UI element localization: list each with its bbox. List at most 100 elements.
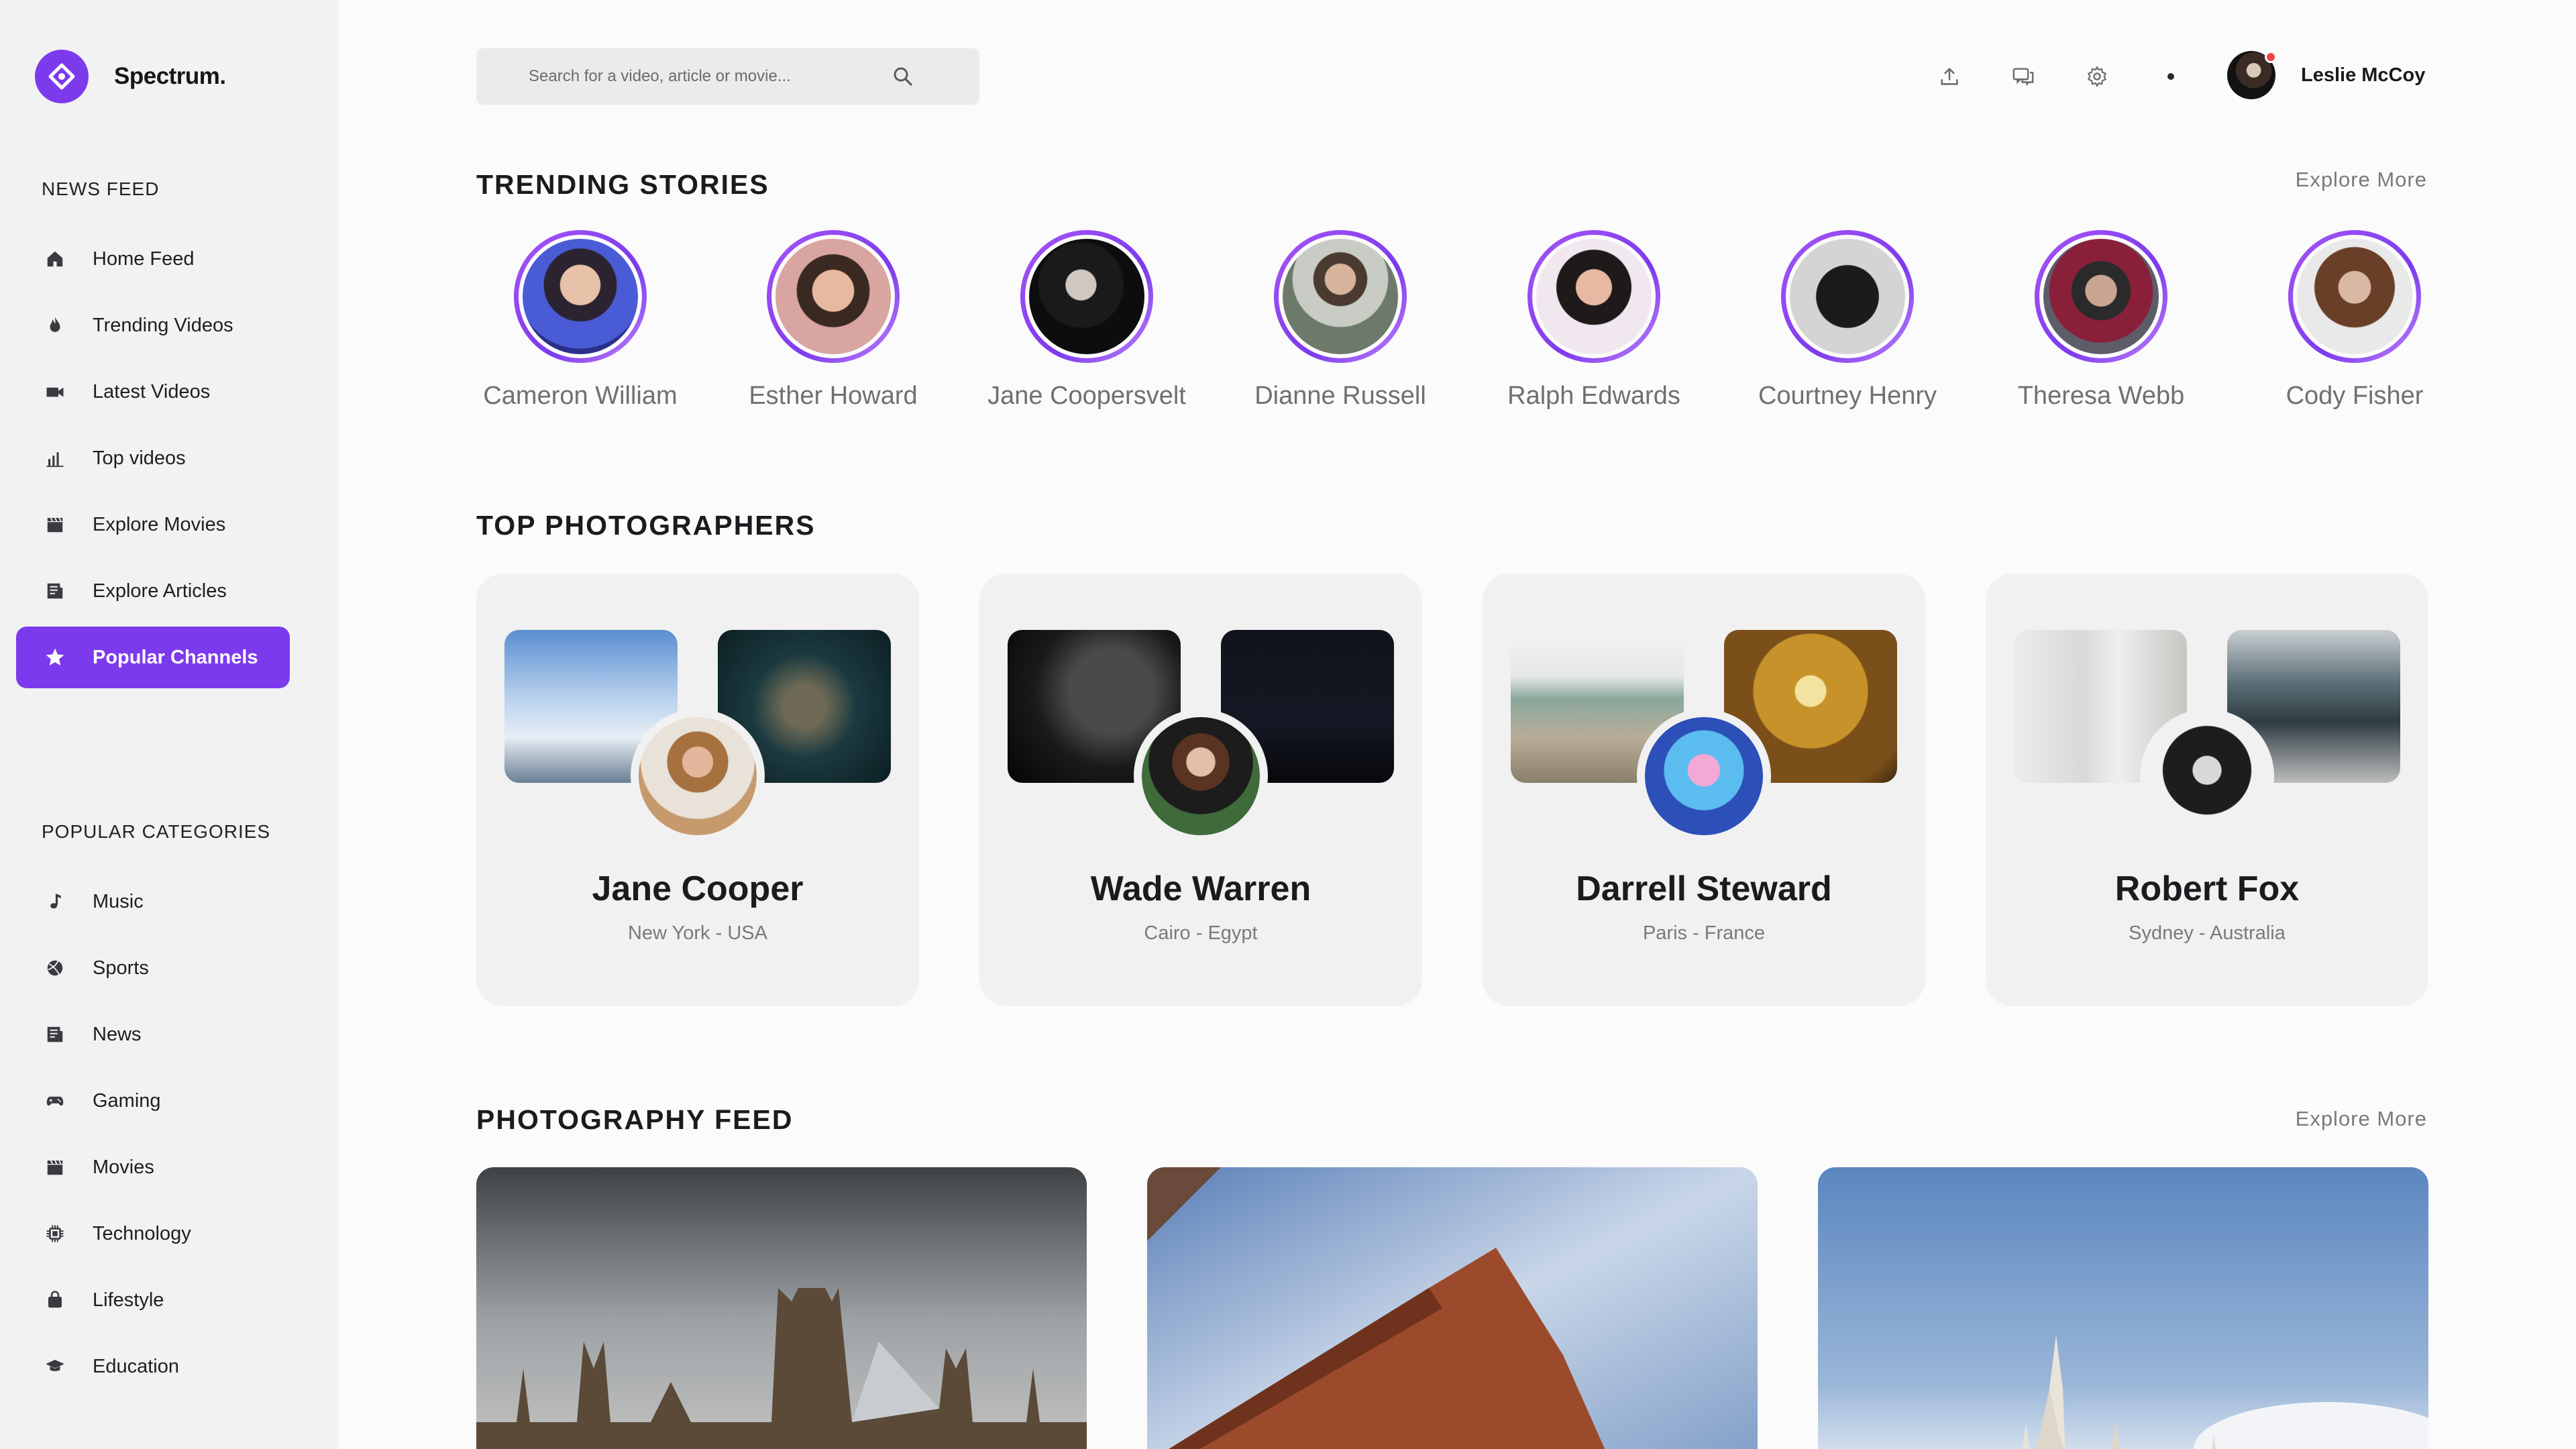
popular-categories-heading: POPULAR CATEGORIES (42, 821, 271, 842)
sidebar-item-label: Home Feed (93, 248, 195, 270)
photographer-card[interactable]: Jane Cooper New York - USA (476, 574, 919, 1006)
gamepad-icon (42, 1087, 68, 1114)
more-dot-icon[interactable] (2153, 59, 2188, 94)
music-note-icon (42, 888, 68, 915)
trending-explore-more-link[interactable]: Explore More (2296, 168, 2427, 192)
story-item[interactable]: Dianne Russell (1230, 230, 1451, 411)
sidebar-item-label: Technology (93, 1222, 191, 1244)
sidebar-item-label: Sports (93, 957, 149, 979)
top-photographers-title: TOP PHOTOGRAPHERS (476, 510, 816, 541)
photographer-card[interactable]: Robert Fox Sydney - Australia (1986, 574, 2428, 1006)
sidebar-item-gaming[interactable]: Gaming (16, 1070, 290, 1132)
diamond-logo-icon (35, 50, 89, 103)
story-name: Cody Fisher (2286, 382, 2424, 410)
photographer-card[interactable]: Darrell Steward Paris - France (1483, 574, 1925, 1006)
sidebar-item-top-videos[interactable]: Top videos (16, 427, 290, 489)
bar-chart-icon (42, 445, 68, 472)
news-feed-heading: NEWS FEED (42, 178, 160, 199)
sidebar-item-education[interactable]: Education (16, 1336, 290, 1397)
photographer-name: Wade Warren (1090, 869, 1311, 908)
sidebar-item-label: Popular Channels (93, 646, 258, 668)
story-name: Theresa Webb (2017, 382, 2185, 410)
story-item[interactable]: Courtney Henry (1737, 230, 1958, 411)
notification-dot (2265, 51, 2277, 63)
sidebar-item-label: Lifestyle (93, 1289, 164, 1311)
photographer-card[interactable]: Wade Warren Cairo - Egypt (979, 574, 1422, 1006)
story-name: Esther Howard (749, 382, 918, 410)
sidebar-item-label: Explore Movies (93, 513, 226, 535)
search-icon[interactable] (891, 64, 915, 92)
graduation-cap-icon (42, 1353, 68, 1380)
clapperboard-icon (42, 511, 68, 538)
sidebar-item-label: Latest Videos (93, 380, 211, 402)
sidebar-item-label: Top videos (93, 447, 186, 469)
story-name: Jane Coopersvelt (987, 382, 1186, 410)
sidebar-item-technology[interactable]: Technology (16, 1203, 290, 1265)
story-name: Courtney Henry (1758, 382, 1937, 410)
story-avatar (519, 235, 642, 358)
photographer-avatar (1637, 709, 1771, 843)
newspaper-icon (42, 1021, 68, 1048)
photographer-location: New York - USA (628, 922, 767, 944)
story-item[interactable]: Cameron William (470, 230, 691, 411)
sidebar-item-movies[interactable]: Movies (16, 1136, 290, 1198)
sidebar-item-label: Gaming (93, 1089, 161, 1112)
sidebar-item-label: News (93, 1023, 142, 1045)
star-icon (42, 644, 68, 671)
sidebar-item-news[interactable]: News (16, 1004, 290, 1065)
story-item[interactable]: Esther Howard (722, 230, 944, 411)
news-feed-menu: Home Feed Trending Videos Latest Videos … (16, 228, 290, 693)
brand[interactable]: Spectrum. (35, 50, 226, 103)
sidebar-item-label: Music (93, 890, 144, 912)
sidebar-item-label: Education (93, 1355, 179, 1377)
story-avatar (771, 235, 895, 358)
sidebar-item-label: Trending Videos (93, 314, 233, 336)
feed-explore-more-link[interactable]: Explore More (2296, 1107, 2427, 1131)
story-avatar (1532, 235, 1656, 358)
story-avatar (1025, 235, 1148, 358)
sidebar-item-lifestyle[interactable]: Lifestyle (16, 1269, 290, 1331)
photographer-avatar (1134, 709, 1268, 843)
story-item[interactable]: Ralph Edwards (1483, 230, 1705, 411)
user-profile[interactable]: Leslie McCoy (2227, 51, 2425, 99)
story-avatar (1279, 235, 1402, 358)
home-icon (42, 246, 68, 272)
topbar-actions (1932, 59, 2227, 94)
settings-icon[interactable] (2080, 59, 2114, 94)
feed-photo[interactable] (1818, 1167, 2428, 1449)
sidebar: Spectrum. NEWS FEED Home Feed Trending V… (0, 0, 339, 1449)
search-bar (476, 48, 979, 105)
clapperboard-icon (42, 1154, 68, 1181)
sidebar-item-home-feed[interactable]: Home Feed (16, 228, 290, 290)
search-input[interactable] (529, 67, 877, 86)
story-item[interactable]: Cody Fisher (2244, 230, 2465, 411)
bag-icon (42, 1287, 68, 1313)
video-camera-icon (42, 378, 68, 405)
sidebar-item-trending-videos[interactable]: Trending Videos (16, 294, 290, 356)
sidebar-item-explore-movies[interactable]: Explore Movies (16, 494, 290, 555)
story-item[interactable]: Jane Coopersvelt (976, 230, 1197, 411)
photography-feed-title: PHOTOGRAPHY FEED (476, 1104, 794, 1135)
sidebar-item-popular-channels[interactable]: Popular Channels (16, 627, 290, 688)
sidebar-item-label: Explore Articles (93, 580, 227, 602)
sidebar-item-explore-articles[interactable]: Explore Articles (16, 560, 290, 622)
upload-icon[interactable] (1932, 59, 1967, 94)
photographer-avatar (631, 709, 765, 843)
story-avatar (2293, 235, 2416, 358)
sidebar-item-music[interactable]: Music (16, 871, 290, 932)
photographer-name: Robert Fox (2114, 869, 2300, 908)
feed-photo[interactable] (1147, 1167, 1758, 1449)
chat-icon[interactable] (2006, 59, 2041, 94)
photographer-avatar (2140, 709, 2274, 843)
story-item[interactable]: Theresa Webb (1990, 230, 2212, 411)
photographer-location: Paris - France (1642, 922, 1766, 944)
flame-icon (42, 312, 68, 339)
feed-photo[interactable] (476, 1167, 1087, 1449)
brand-name: Spectrum. (114, 63, 226, 89)
sidebar-item-sports[interactable]: Sports (16, 937, 290, 999)
sidebar-item-latest-videos[interactable]: Latest Videos (16, 361, 290, 423)
ball-icon (42, 955, 68, 981)
photographer-name: Darrell Steward (1576, 869, 1832, 908)
categories-menu: Music Sports News Gaming Movies Technolo… (16, 871, 290, 1402)
chip-icon (42, 1220, 68, 1247)
